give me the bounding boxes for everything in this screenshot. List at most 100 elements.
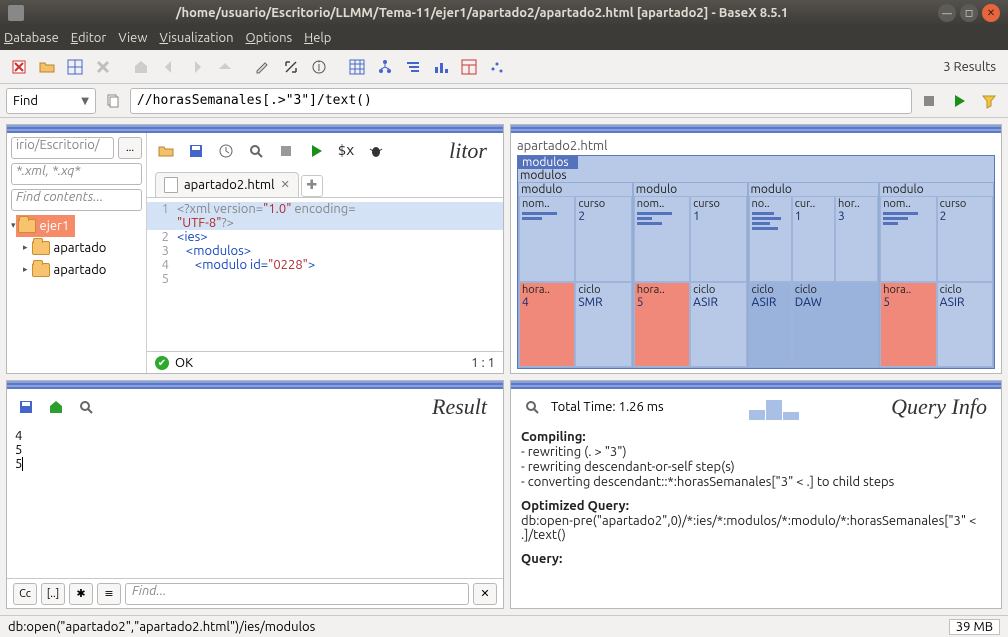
up-button[interactable] [212,54,238,80]
stop-query-button[interactable] [916,88,942,114]
window-close-button[interactable]: ✕ [982,4,1000,22]
map-modulo[interactable]: modulo nom.. curso2 hora..5 cicloASIR [879,182,994,368]
window-maximize-button[interactable]: ◻ [960,4,978,22]
list-view-button[interactable] [400,54,426,80]
case-button[interactable]: Cc [13,583,37,605]
menu-database[interactable]: Database [4,31,59,45]
map-filename: apartado2.html [517,137,995,155]
map-modulo[interactable]: modulo nom.. curso1 hora..5 cicloASIR [633,182,748,368]
queryinfo-panel-title: Query Info [891,394,993,420]
open-button[interactable] [34,54,60,80]
ed-var-button[interactable]: $x [333,138,359,164]
result-output[interactable]: 4 5 5 [7,425,503,578]
add-tab-button[interactable]: ✚ [301,175,323,197]
total-time-label: Total Time: 1.26 ms [551,400,664,414]
map-panel: apartado2.html modulos modulos modulo no… [510,124,1002,374]
table-view-button[interactable] [344,54,370,80]
tree-view-button[interactable] [372,54,398,80]
menubar: Database Editor View Visualization Optio… [0,26,1008,50]
grid-button[interactable] [62,54,88,80]
menu-options[interactable]: Options [246,31,293,45]
new-db-button[interactable] [6,54,32,80]
back-button[interactable] [156,54,182,80]
project-sidebar: irio/Escritorio/ ... *.xml, *.xq* Find c… [7,133,147,373]
multiline-button[interactable]: ≡ [97,583,121,605]
status-path: db:open("apartado2","apartado2.html")/ie… [8,620,315,634]
edit-button[interactable] [250,54,276,80]
svg-text:i: i [317,60,320,74]
main-toolbar: i 3 Results [0,50,1008,84]
query-mode-combo[interactable]: Find ▼ [6,88,96,114]
map-root[interactable]: modulos modulos modulo nom.. curso2 hora… [517,155,995,369]
menu-visualization[interactable]: Visualization [159,31,233,45]
close-tab-button[interactable]: ✕ [281,178,290,191]
qi-search-button[interactable] [519,394,545,420]
editor-panel-title: litor [393,138,497,164]
editor-tab[interactable]: apartado2.html ✕ [155,172,299,197]
browse-path-button[interactable]: ... [118,137,142,159]
ed-open-button[interactable] [153,138,179,164]
timing-sparkline [749,394,799,420]
forward-button[interactable] [184,54,210,80]
queryinfo-panel: Total Time: 1.26 ms Query Info Compiling… [510,380,1002,609]
filter-button[interactable] [976,88,1002,114]
wildcard-button[interactable]: ✱ [69,583,93,605]
window-titlebar: /home/usuario/Escritorio/LLMM/Tema-11/ej… [0,0,1008,26]
delete-button[interactable] [90,54,116,80]
memory-indicator: 39 MB [949,619,1000,635]
ed-stop-button[interactable] [273,138,299,164]
editor-toolbar: $x litor [147,133,503,169]
cursor-position: 1 : 1 [471,356,495,370]
result-save-button[interactable] [13,394,39,420]
project-editor-panel: irio/Escritorio/ ... *.xml, *.xq* Find c… [6,124,504,374]
tree-expand-icon[interactable]: ▸ [23,242,28,253]
copy-query-button[interactable] [100,88,126,114]
ed-search-button[interactable] [243,138,269,164]
result-search-button[interactable] [73,394,99,420]
ed-save-button[interactable] [183,138,209,164]
project-tree[interactable]: ▾ ejer1 ▸apartado ▸apartado [11,215,142,281]
editor-status: OK [175,356,193,370]
menu-help[interactable]: Help [304,31,331,45]
scatter-view-button[interactable] [484,54,510,80]
map-view-button[interactable] [456,54,482,80]
map-root-label: modulos [518,156,578,169]
tree-expand-icon[interactable]: ▸ [23,264,28,275]
map-modulo[interactable]: modulo no.. cur..1 hor..3 cicloASIR cicl… [748,182,880,368]
ed-history-button[interactable] [213,138,239,164]
map-modulo[interactable]: modulo nom.. curso2 hora..4 cicloSMR [518,182,633,368]
ed-run-button[interactable] [303,138,329,164]
result-panel-title: Result [103,394,497,420]
file-filter-input[interactable]: *.xml, *.xq* [11,163,142,185]
window-title: /home/usuario/Escritorio/LLMM/Tema-11/ej… [30,6,934,20]
ed-debug-button[interactable] [363,138,389,164]
queryinfo-body[interactable]: Compiling: - rewriting (. > "3") - rewri… [511,425,1001,608]
tree-item[interactable]: ▸apartado [11,259,142,281]
find-contents-input[interactable]: Find contents... [11,189,142,211]
window-minimize-button[interactable]: — [938,4,956,22]
app-icon [8,5,24,21]
bars-view-button[interactable] [428,54,454,80]
code-editor[interactable]: 1<?xml version="1.0" encoding= "UTF-8"?>… [147,197,503,351]
home-button[interactable] [128,54,154,80]
result-panel: Result 4 5 5 Cc [..] ✱ ≡ Find... ✕ [6,380,504,609]
expand-button[interactable] [278,54,304,80]
chevron-down-icon: ▼ [81,95,89,107]
tree-item-selected[interactable]: ejer1 [16,215,76,237]
regex-button[interactable]: [..] [41,583,65,605]
menu-view[interactable]: View [118,31,147,45]
folder-icon [32,263,50,277]
result-find-input[interactable]: Find... [125,583,469,605]
run-query-button[interactable] [946,88,972,114]
menu-editor[interactable]: Editor [71,31,107,45]
path-input[interactable]: irio/Escritorio/ [11,137,114,159]
query-input[interactable]: //horasSemanales[.>"3"]/text() [130,88,912,114]
result-home-button[interactable] [43,394,69,420]
document-icon [164,177,178,193]
clear-find-button[interactable]: ✕ [473,583,497,605]
results-count: 3 Results [943,60,996,74]
tree-item[interactable]: ▸apartado [11,237,142,259]
status-bar: db:open("apartado2","apartado2.html")/ie… [0,615,1008,637]
status-ok-icon: ✔ [155,356,169,370]
info-button[interactable]: i [306,54,332,80]
